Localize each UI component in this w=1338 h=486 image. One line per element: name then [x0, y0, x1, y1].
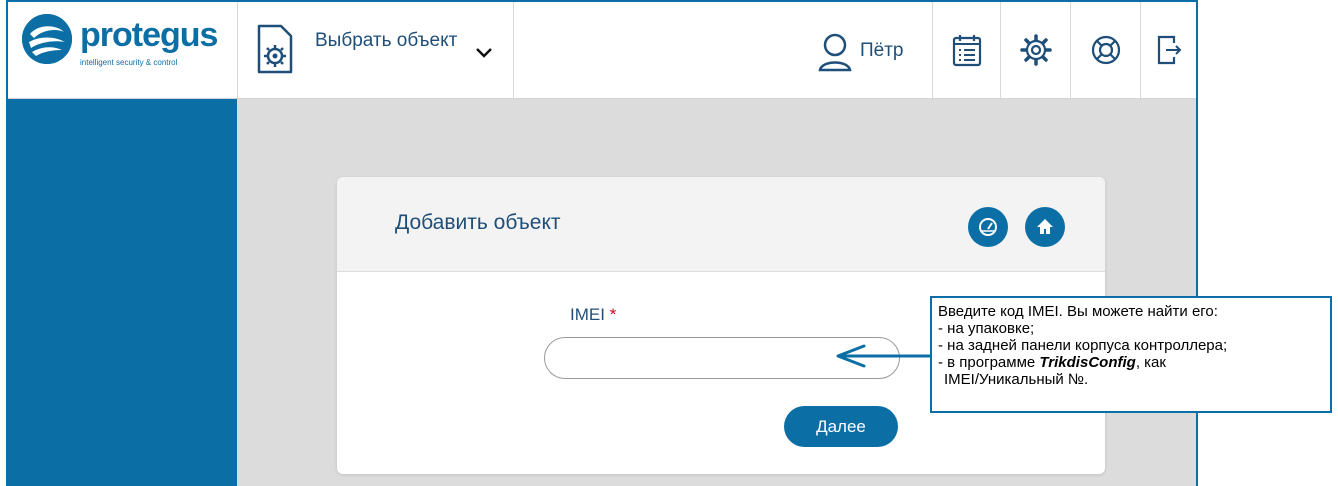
- brand-name: protegus: [80, 16, 218, 54]
- object-selector-label: Выбрать объект: [315, 30, 458, 51]
- logo[interactable]: protegus intelligent security & control: [8, 2, 238, 98]
- card-header: Добавить объект: [337, 177, 1105, 272]
- help-lifebuoy-icon: [1091, 35, 1121, 65]
- logout-button[interactable]: [1140, 2, 1196, 98]
- home-button[interactable]: [1025, 207, 1065, 247]
- object-settings-icon: [255, 22, 295, 81]
- sidebar: [8, 99, 237, 486]
- imei-label-text: IMEI: [570, 305, 605, 324]
- object-selector[interactable]: Выбрать объект: [237, 2, 514, 98]
- imei-label: IMEI *: [570, 305, 616, 325]
- help-button[interactable]: [1070, 2, 1141, 98]
- events-button[interactable]: [932, 2, 1001, 98]
- next-button[interactable]: Далее: [784, 406, 898, 447]
- app-window: protegus intelligent security & control: [6, 0, 1198, 486]
- callout-line: - на задней панели корпуса контроллера;: [938, 337, 1228, 354]
- top-header: protegus intelligent security & control: [8, 2, 1196, 99]
- callout-line: Введите код IMEI. Вы можете найти его:: [938, 303, 1218, 320]
- calendar-list-icon: [952, 35, 982, 67]
- callout-text: , как: [1135, 354, 1166, 371]
- callout-line: IMEI/Уникальный №.: [944, 371, 1089, 388]
- protegus-logo-icon: [22, 14, 72, 64]
- brand-tagline: intelligent security & control: [80, 58, 178, 67]
- dashboard-button[interactable]: [968, 207, 1008, 247]
- chevron-down-icon: [475, 46, 493, 64]
- speedometer-icon: [979, 218, 997, 236]
- settings-gear-icon: [1020, 34, 1052, 66]
- home-icon: [1037, 219, 1053, 234]
- main-content: Добавить объект IMEI * Далее: [237, 99, 1196, 486]
- callout-line: - на упаковке;: [938, 320, 1035, 337]
- imei-help-callout: Введите код IMEI. Вы можете найти его: -…: [930, 296, 1332, 413]
- imei-input[interactable]: [544, 337, 900, 379]
- user-name: Пётр: [860, 40, 904, 61]
- settings-button[interactable]: [1000, 2, 1071, 98]
- user-icon: [818, 33, 852, 72]
- callout-text: - в программе: [938, 354, 1040, 371]
- callout-program-name: TrikdisConfig: [1039, 354, 1136, 371]
- page-title: Добавить объект: [395, 211, 561, 234]
- required-mark: *: [609, 305, 617, 324]
- logout-icon: [1157, 35, 1182, 65]
- callout-line: - в программе TrikdisConfig, как: [938, 354, 1324, 371]
